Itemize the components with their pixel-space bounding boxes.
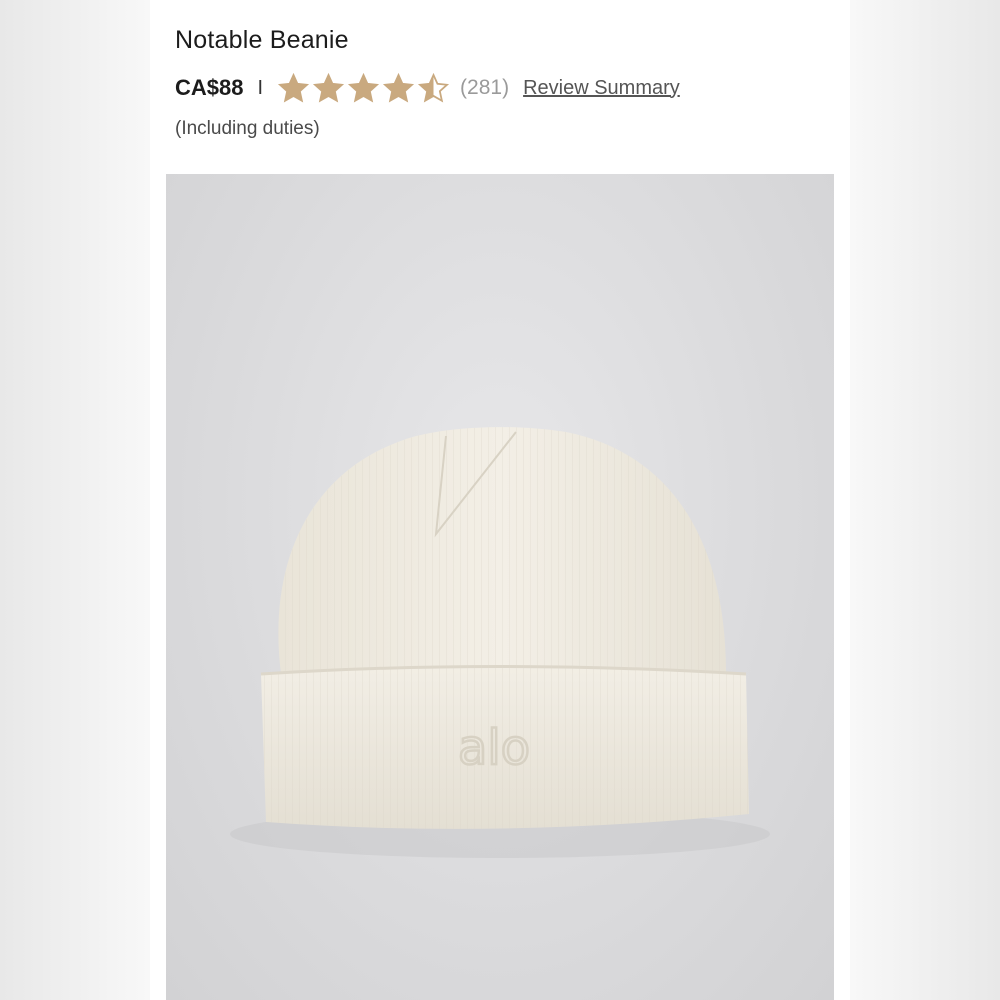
duties-note: (Including duties): [175, 118, 320, 139]
star-rating[interactable]: [277, 72, 450, 105]
price-separator: I: [257, 76, 264, 99]
star-icon: [382, 72, 415, 103]
star-icon: [417, 72, 450, 103]
review-count: (281): [460, 76, 510, 99]
star-icon: [277, 72, 310, 103]
product-image: alo: [166, 174, 834, 1000]
left-backdrop: [0, 0, 150, 1000]
price-row: CA$88 I (281) Review Summary: [175, 70, 680, 106]
beanie-illustration: alo: [230, 427, 770, 858]
product-price: CA$88: [175, 75, 244, 100]
product-title: Notable Beanie: [175, 26, 349, 54]
star-icon: [347, 72, 380, 103]
beanie-crown-ribs: [278, 427, 726, 674]
right-backdrop: [850, 0, 1000, 1000]
star-icon: [312, 72, 345, 103]
product-panel: Notable Beanie CA$88 I (281) Review Summ…: [150, 0, 850, 1000]
beanie-logo: alo: [458, 720, 530, 776]
review-summary-link[interactable]: Review Summary: [523, 77, 680, 100]
